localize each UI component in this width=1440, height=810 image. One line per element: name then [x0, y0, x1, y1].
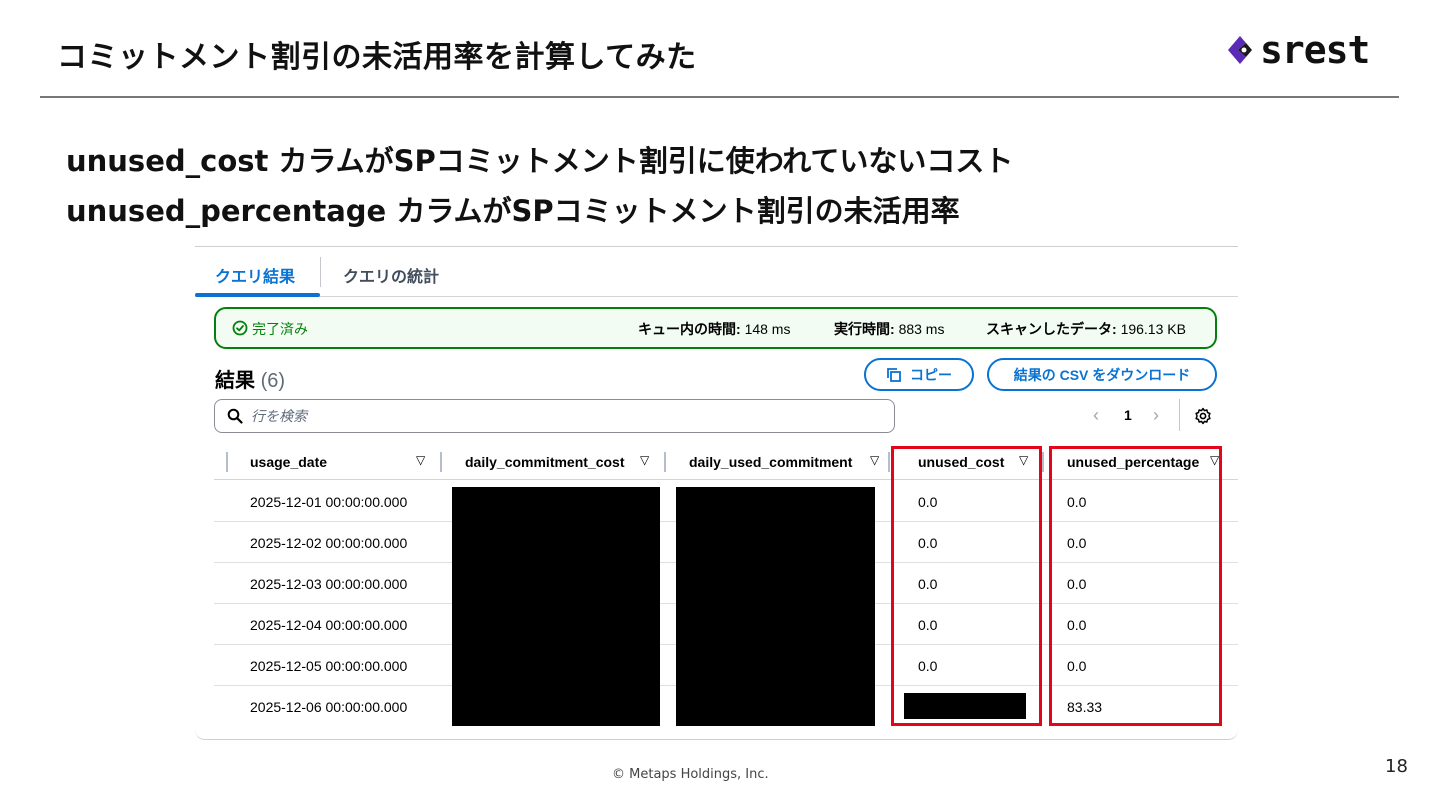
- scanned-data-value: 196.13 KB: [1120, 321, 1186, 337]
- search-box: [214, 399, 895, 433]
- column-header-daily-used-commitment[interactable]: daily_used_commitment ▽: [689, 445, 889, 480]
- tab-bar: クエリ結果 クエリの統計: [195, 247, 1238, 297]
- cell-usage-date: 2025-12-03 00:00:00.000: [250, 576, 408, 592]
- column-divider: [440, 452, 442, 472]
- redaction-daily-commitment-cost: [452, 487, 660, 726]
- status-banner: 完了済み キュー内の時間: 148 ms 実行時間: 883 ms スキャンした…: [214, 307, 1217, 349]
- scanned-data-label: スキャンしたデータ:: [986, 321, 1117, 337]
- cell-usage-date: 2025-12-05 00:00:00.000: [250, 658, 408, 674]
- scanned-data-metric: スキャンしたデータ: 196.13 KB: [986, 319, 1186, 339]
- search-icon: [227, 408, 243, 424]
- chevron-right-icon[interactable]: ›: [1153, 405, 1159, 426]
- tab-query-results[interactable]: クエリ結果: [215, 263, 295, 287]
- queue-time-metric: キュー内の時間: 148 ms: [638, 319, 790, 339]
- status-label: 完了済み: [252, 321, 308, 337]
- run-time-value: 883 ms: [898, 321, 945, 337]
- column-label: daily_used_commitment: [689, 454, 853, 470]
- active-tab-indicator: [195, 293, 320, 297]
- column-divider: [888, 452, 890, 472]
- cell-usage-date: 2025-12-06 00:00:00.000: [250, 699, 408, 715]
- cell-usage-date: 2025-12-02 00:00:00.000: [250, 535, 408, 551]
- column-label: usage_date: [250, 454, 328, 470]
- results-count: (6): [260, 370, 286, 392]
- queue-time-label: キュー内の時間:: [638, 321, 741, 337]
- run-time-metric: 実行時間: 883 ms: [834, 319, 944, 339]
- pagination-divider: [1179, 399, 1180, 431]
- srest-logo: srest: [1224, 28, 1394, 72]
- tab-query-stats[interactable]: クエリの統計: [343, 263, 439, 287]
- queue-time-value: 148 ms: [744, 321, 791, 337]
- cell-usage-date: 2025-12-01 00:00:00.000: [250, 494, 408, 510]
- column-divider: [226, 452, 228, 472]
- sort-caret-icon[interactable]: ▽: [640, 453, 649, 467]
- run-time-label: 実行時間:: [834, 321, 895, 337]
- page-number[interactable]: 1: [1124, 407, 1132, 423]
- column-header-daily-commitment-cost[interactable]: daily_commitment_cost ▽: [465, 445, 665, 480]
- check-circle-icon: [232, 320, 248, 336]
- column-divider: [664, 452, 666, 472]
- copyright-footer: © Metaps Holdings, Inc.: [612, 767, 769, 782]
- column-header-usage-date[interactable]: usage_date ▽: [250, 445, 450, 480]
- results-heading: 結果 (6): [215, 364, 285, 393]
- highlight-unused-percentage-column: [1049, 446, 1222, 726]
- logo-text: srest: [1260, 28, 1370, 72]
- tab-divider: [320, 257, 321, 287]
- column-label: daily_commitment_cost: [465, 454, 625, 470]
- download-csv-button[interactable]: 結果の CSV をダウンロード: [987, 358, 1217, 391]
- gear-icon[interactable]: [1194, 407, 1212, 425]
- chevron-left-icon[interactable]: ‹: [1093, 405, 1099, 426]
- redaction-daily-used-commitment: [676, 487, 875, 726]
- search-input[interactable]: [251, 401, 881, 431]
- copy-icon: [887, 367, 901, 382]
- sort-caret-icon[interactable]: ▽: [416, 453, 425, 467]
- copy-button-label: コピー: [910, 366, 952, 383]
- srest-logo-mark-icon: [1228, 36, 1252, 64]
- highlight-unused-cost-column: [891, 446, 1042, 726]
- description-line-2: unused_percentage カラムがSPコミットメント割引の未活用率: [66, 194, 960, 228]
- cell-usage-date: 2025-12-04 00:00:00.000: [250, 617, 408, 633]
- download-csv-label: 結果の CSV をダウンロード: [1013, 366, 1191, 383]
- page-number-label: 18: [1385, 756, 1408, 777]
- column-divider: [1042, 452, 1044, 472]
- title-divider: [40, 96, 1399, 98]
- description-line-1: unused_cost カラムがSPコミットメント割引に使われていないコスト: [66, 144, 1014, 178]
- slide-title: コミットメント割引の未活用率を計算してみた: [57, 40, 697, 75]
- results-title: 結果: [215, 370, 255, 392]
- sort-caret-icon[interactable]: ▽: [870, 453, 879, 467]
- copy-button[interactable]: コピー: [864, 358, 974, 391]
